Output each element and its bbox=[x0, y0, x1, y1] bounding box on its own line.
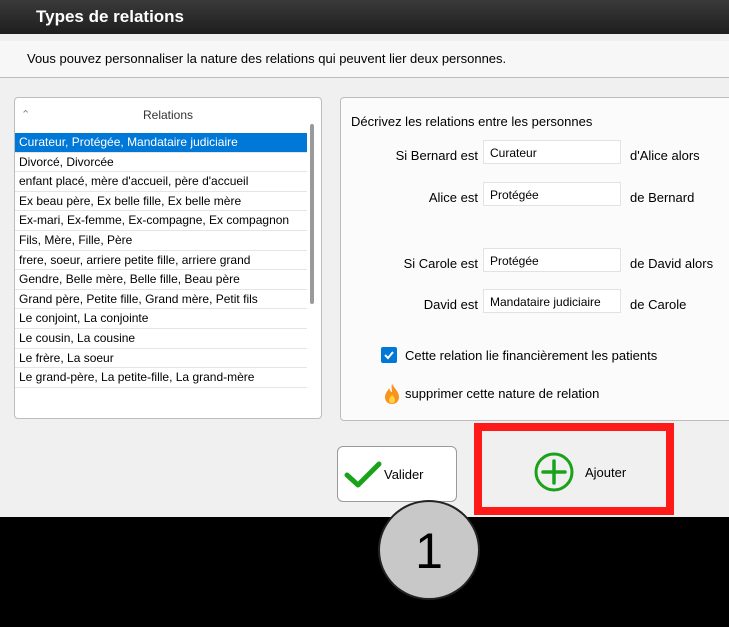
line1-prefix: Si Bernard est bbox=[395, 148, 478, 163]
scrollbar-thumb[interactable] bbox=[310, 124, 314, 304]
relations-list[interactable]: ⌃ Relations Curateur, Protégée, Mandatai… bbox=[14, 97, 322, 419]
list-header[interactable]: ⌃ Relations bbox=[15, 98, 321, 134]
checkmark-icon bbox=[344, 461, 382, 488]
line4-prefix: David est bbox=[423, 297, 478, 312]
list-item[interactable]: Le frère, La soeur bbox=[15, 349, 307, 369]
line2-prefix: Alice est bbox=[428, 190, 478, 205]
list-item[interactable]: Gendre, Belle mère, Belle fille, Beau pè… bbox=[15, 270, 307, 290]
list-item[interactable]: enfant placé, mère d'accueil, père d'acc… bbox=[15, 172, 307, 192]
line4-suffix: de Carole bbox=[630, 297, 687, 312]
line2-suffix: de Bernard bbox=[630, 190, 695, 205]
checkmark-icon bbox=[384, 351, 394, 360]
list-item[interactable]: Le grand-père, La petite-fille, La grand… bbox=[15, 368, 307, 388]
list-item[interactable]: Fils, Mère, Fille, Père bbox=[15, 231, 307, 251]
list-item[interactable]: Le cousin, La cousine bbox=[15, 329, 307, 349]
delete-relation-link[interactable]: supprimer cette nature de relation bbox=[405, 386, 599, 401]
line4-relation-field[interactable]: Mandataire judiciaire bbox=[483, 289, 621, 313]
list-item[interactable]: Le conjoint, La conjointe bbox=[15, 309, 307, 329]
step-number: 1 bbox=[415, 523, 443, 579]
list-rows: Curateur, Protégée, Mandataire judiciair… bbox=[15, 133, 307, 388]
line1-relation-field[interactable]: Curateur bbox=[483, 140, 621, 164]
description-text: Vous pouvez personnaliser la nature des … bbox=[27, 51, 507, 66]
flame-icon[interactable] bbox=[383, 383, 401, 405]
validate-button[interactable]: Valider bbox=[337, 446, 457, 502]
window-title: Types de relations bbox=[36, 7, 185, 26]
line1-suffix: d'Alice alors bbox=[630, 148, 700, 163]
financial-link-label[interactable]: Cette relation lie financièrement les pa… bbox=[405, 348, 657, 363]
list-item[interactable]: Grand père, Petite fille, Grand mère, Pe… bbox=[15, 290, 307, 310]
description-bar: Vous pouvez personnaliser la nature des … bbox=[0, 41, 729, 78]
list-header-label: Relations bbox=[142, 108, 194, 122]
title-bar: Types de relations bbox=[0, 0, 729, 34]
highlight-box bbox=[474, 423, 674, 515]
list-item[interactable]: frere, soeur, arriere petite fille, arri… bbox=[15, 251, 307, 271]
line3-relation-field[interactable]: Protégée bbox=[483, 248, 621, 272]
line2-relation-field[interactable]: Protégée bbox=[483, 182, 621, 206]
relation-details-panel: Décrivez les relations entre les personn… bbox=[340, 97, 729, 421]
line3-suffix: de David alors bbox=[630, 256, 714, 271]
step-number-badge: 1 bbox=[378, 500, 480, 600]
list-item[interactable]: Curateur, Protégée, Mandataire judiciair… bbox=[15, 133, 307, 153]
financial-link-checkbox[interactable] bbox=[381, 347, 397, 363]
list-item[interactable]: Divorcé, Divorcée bbox=[15, 153, 307, 173]
list-item[interactable]: Ex beau père, Ex belle fille, Ex belle m… bbox=[15, 192, 307, 212]
line3-prefix: Si Carole est bbox=[403, 256, 478, 271]
panel-heading: Décrivez les relations entre les personn… bbox=[351, 114, 593, 129]
list-item[interactable]: Ex-mari, Ex-femme, Ex-compagne, Ex compa… bbox=[15, 211, 307, 231]
validate-button-label: Valider bbox=[384, 467, 424, 482]
